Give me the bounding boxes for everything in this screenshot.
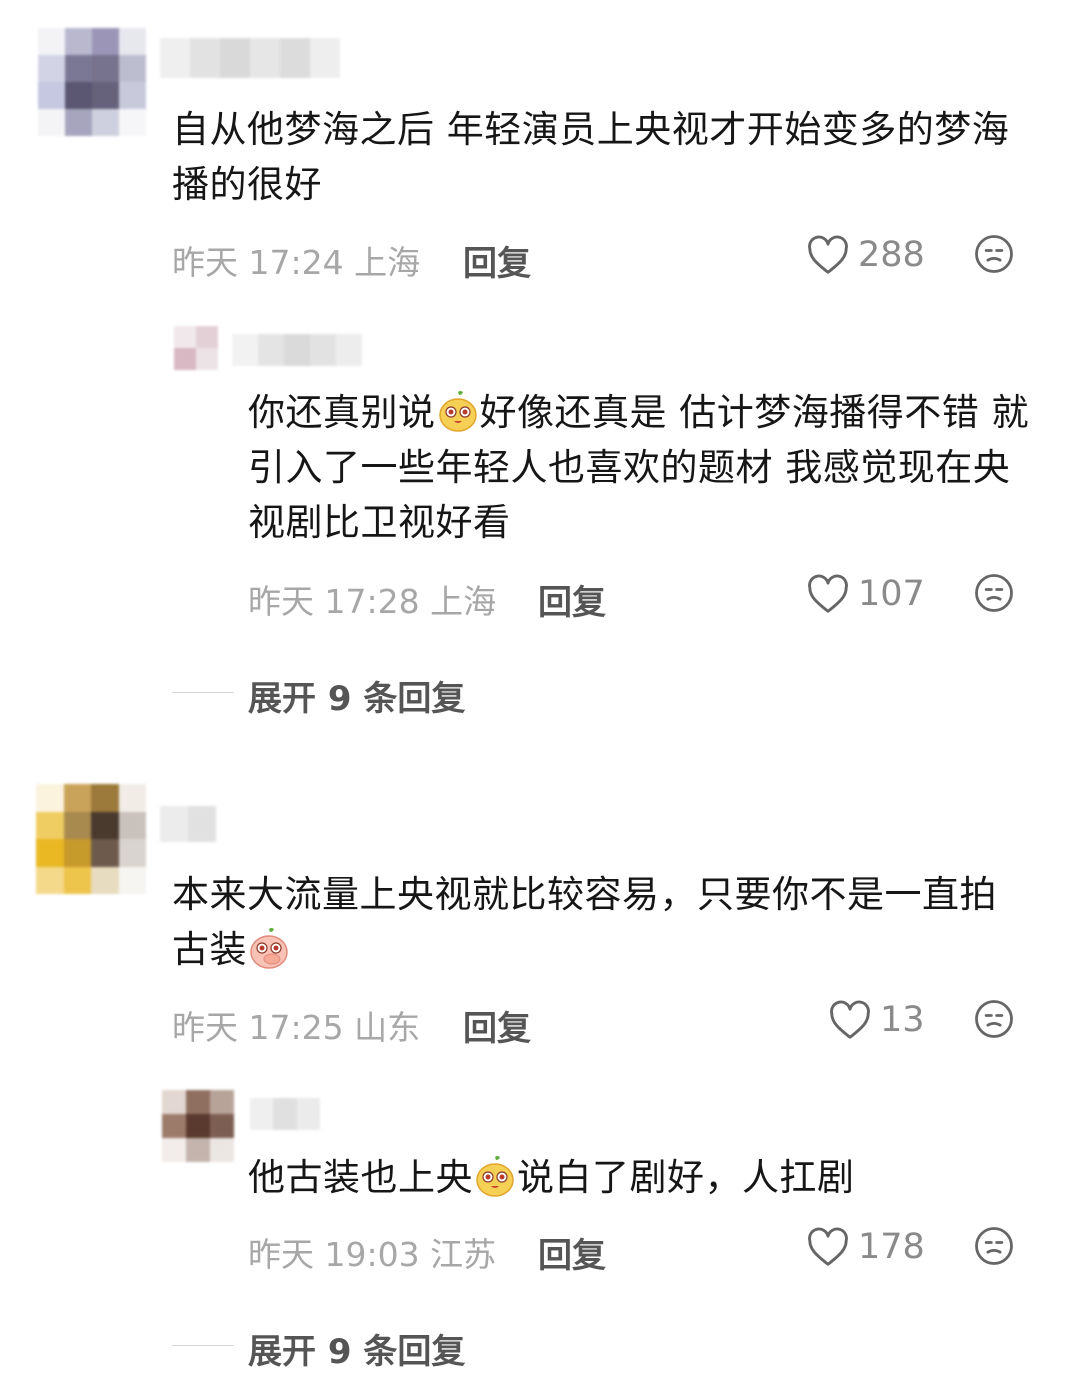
comment-meta: 昨天 17:25 山东 [172, 1001, 420, 1049]
reply-button[interactable]: 回复 [538, 1228, 606, 1277]
reply-username[interactable] [232, 334, 362, 366]
username[interactable] [160, 806, 216, 842]
reply-time: 昨天 17:28 [248, 582, 420, 621]
heart-outline-icon [830, 1000, 870, 1039]
reply-button[interactable]: 回复 [463, 1001, 531, 1050]
reply-location: 上海 [430, 582, 497, 621]
comment-location: 上海 [354, 243, 421, 282]
reply-button[interactable]: 回复 [463, 236, 531, 285]
like-count: 13 [880, 1000, 925, 1040]
like-count: 107 [858, 574, 925, 614]
yellow-fruit-face-emoji [476, 1156, 514, 1197]
unhappy-face-icon[interactable] [973, 572, 1015, 614]
heart-outline-icon [808, 574, 848, 613]
expand-replies-button[interactable]: 展开 9 条回复 [248, 1324, 465, 1373]
reply-button[interactable]: 回复 [538, 575, 606, 624]
comment-location: 山东 [354, 1008, 421, 1047]
unhappy-face-icon[interactable] [973, 998, 1015, 1040]
like-button[interactable]: 13 [828, 997, 925, 1043]
reply-meta: 昨天 17:28 上海 [248, 575, 496, 623]
reply-avatar[interactable] [174, 326, 218, 370]
comment-time: 昨天 17:24 [172, 243, 344, 282]
comment-text: 自从他梦海之后 年轻演员上央视才开始变多的梦海播的很好 [172, 108, 1010, 206]
divider [172, 1345, 234, 1346]
divider [172, 692, 234, 693]
heart-outline-icon [808, 1227, 848, 1266]
like-button[interactable]: 107 [806, 571, 925, 617]
reply-text: 你还真别说 好像还真是 估计梦海播得不错 就引入了一些年轻人也喜欢的题材 我感觉现… [248, 391, 1030, 544]
peach-cover-mouth-emoji [250, 928, 288, 969]
like-count: 178 [858, 1227, 925, 1267]
avatar[interactable] [38, 28, 146, 136]
reply-time: 昨天 19:03 [248, 1235, 420, 1274]
like-count: 288 [858, 235, 925, 275]
heart-outline-icon [808, 235, 848, 274]
comment-meta: 昨天 17:24 上海 [172, 236, 420, 284]
reply-text: 他古装也上央 说白了剧好，人扛剧 [248, 1156, 855, 1199]
reply-meta: 昨天 19:03 江苏 [248, 1228, 496, 1276]
avatar[interactable] [36, 784, 146, 894]
unhappy-face-icon[interactable] [973, 1225, 1015, 1267]
expand-replies-button[interactable]: 展开 9 条回复 [248, 671, 465, 720]
comment-text: 本来大流量上央视就比较容易，只要你不是一直拍古装 [172, 873, 997, 971]
like-button[interactable]: 178 [806, 1224, 925, 1270]
comment-time: 昨天 17:25 [172, 1008, 344, 1047]
username[interactable] [160, 38, 340, 78]
reply-location: 江苏 [430, 1235, 497, 1274]
reply-username[interactable] [250, 1098, 320, 1130]
like-button[interactable]: 288 [806, 232, 925, 278]
yellow-fruit-face-emoji [438, 391, 477, 432]
unhappy-face-icon[interactable] [973, 233, 1015, 275]
reply-avatar[interactable] [162, 1090, 234, 1162]
